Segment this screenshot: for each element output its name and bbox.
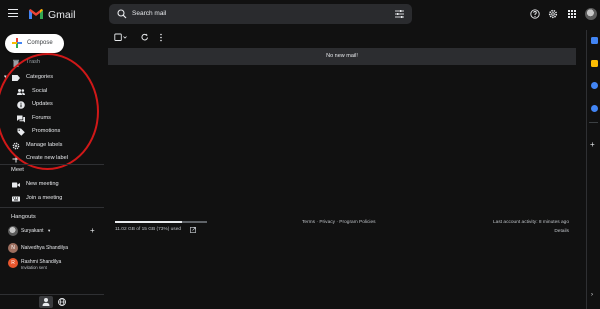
select-checkbox[interactable] (114, 33, 128, 42)
storage-meter: 11.02 GB of 15 GB (73%) used (115, 221, 207, 233)
keyboard-icon (12, 196, 20, 202)
gmail-logo[interactable] (28, 7, 44, 21)
empty-inbox-banner: No new mail! (108, 48, 576, 65)
contacts-icon[interactable] (591, 105, 598, 112)
empty-inbox-message: No new mail! (326, 53, 358, 59)
details-link[interactable]: Details (554, 229, 569, 234)
contacts-tab-icon[interactable] (39, 296, 53, 308)
add-contact-icon[interactable]: + (90, 226, 95, 235)
open-in-new-icon[interactable] (190, 227, 196, 233)
compose-button[interactable]: Compose (5, 34, 64, 53)
search-input[interactable]: Search mail (132, 10, 166, 17)
apps-icon[interactable] (567, 9, 577, 19)
search-bar[interactable]: Search mail (109, 4, 412, 24)
annotation-circle (0, 53, 99, 170)
storage-bar (115, 221, 207, 223)
add-addon-icon[interactable]: + (590, 140, 595, 149)
hangouts-tab-bar (0, 294, 104, 309)
top-bar: Gmail Search mail (0, 0, 600, 30)
dropdown-arrow-icon[interactable]: ▾ (48, 228, 50, 234)
avatar: N (8, 243, 18, 253)
plus-icon (12, 38, 22, 48)
new-meeting-label: New meeting (26, 181, 59, 187)
storage-bar-fill (115, 221, 183, 223)
avatar (8, 226, 18, 236)
footer-links[interactable]: Terms · Privacy · Program Policies (302, 220, 376, 225)
hide-panel-icon[interactable]: › (591, 292, 593, 298)
join-meeting-label: Join a meeting (26, 195, 63, 201)
account-avatar[interactable] (585, 8, 597, 20)
new-meeting-button[interactable]: New meeting (0, 179, 100, 191)
globe-icon[interactable] (55, 296, 69, 308)
tasks-icon[interactable] (591, 82, 598, 89)
hangouts-user-name: Suryakant (21, 228, 44, 234)
side-panel: + › (586, 30, 600, 309)
compose-label: Compose (27, 40, 53, 46)
settings-icon[interactable] (548, 9, 558, 19)
contact-item[interactable]: N Naivedhya Shandilya (8, 243, 103, 254)
divider (0, 207, 104, 208)
meet-title: Meet (11, 167, 24, 173)
keep-icon[interactable] (591, 60, 598, 67)
video-camera-icon (12, 182, 20, 188)
hangouts-title: Hangouts (11, 214, 36, 220)
help-icon[interactable] (530, 9, 540, 19)
more-options-icon[interactable] (159, 33, 163, 42)
refresh-icon[interactable] (141, 33, 149, 42)
contact-name: Naivedhya Shandilya (21, 245, 68, 251)
hangouts-user-selector[interactable]: Suryakant ▾ (8, 226, 103, 237)
join-meeting-button[interactable]: Join a meeting (0, 193, 100, 205)
contact-status: Invitation sent (21, 265, 47, 270)
main-menu-icon[interactable] (8, 9, 18, 19)
app-name: Gmail (48, 9, 76, 21)
storage-text: 11.02 GB of 15 GB (73%) used (115, 227, 182, 232)
contact-item[interactable]: R Rashmi Shandilya Invitation sent (8, 258, 103, 272)
calendar-icon[interactable] (591, 37, 598, 44)
search-options-icon[interactable] (395, 10, 404, 18)
avatar: R (8, 258, 18, 268)
last-activity-text: Last account activity: 8 minutes ago (493, 220, 569, 225)
divider (0, 164, 104, 165)
search-icon[interactable] (117, 9, 127, 19)
